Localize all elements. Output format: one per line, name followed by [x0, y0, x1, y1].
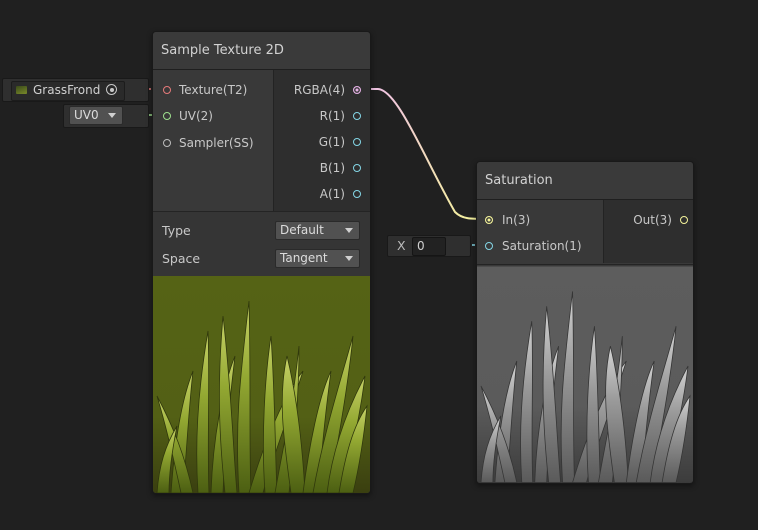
port-out[interactable]: Out(3) — [604, 211, 688, 229]
port-rgba-label: RGBA(4) — [293, 83, 345, 97]
port-b[interactable]: B(1) — [273, 159, 363, 177]
space-dropdown[interactable]: Tangent — [275, 249, 360, 268]
uv-port-icon[interactable] — [163, 112, 171, 120]
saturation-input-ports: In(3) Saturation(1) — [477, 200, 603, 263]
sample-texture-output-ports: RGBA(4) R(1) G(1) B(1) A(1) — [273, 70, 370, 211]
saturation-axis-label: X — [397, 238, 406, 253]
port-b-label: B(1) — [319, 161, 345, 175]
in-port-icon[interactable] — [485, 216, 493, 224]
texture-input-value: GrassFrond — [33, 83, 101, 97]
chevron-down-icon — [345, 228, 353, 233]
port-texture-label: Texture(T2) — [179, 83, 248, 97]
saturation-input-field[interactable]: X 0 — [387, 235, 471, 257]
port-rgba[interactable]: RGBA(4) — [273, 81, 363, 99]
grass-color-preview — [153, 276, 370, 493]
port-a[interactable]: A(1) — [273, 185, 363, 203]
object-picker-icon-dot — [109, 87, 114, 92]
a-port-icon[interactable] — [353, 190, 361, 198]
object-picker-icon[interactable] — [106, 84, 117, 95]
out-port-icon[interactable] — [680, 216, 688, 224]
port-g[interactable]: G(1) — [273, 133, 363, 151]
sample-texture-2d-node[interactable]: Sample Texture 2D Texture(T2) UV(2) Samp… — [152, 31, 371, 494]
texture-port-icon[interactable] — [163, 86, 171, 94]
sampler-port-icon[interactable] — [163, 139, 171, 147]
uv-input-field[interactable]: UV0 — [63, 104, 149, 128]
uv-dropdown-value: UV0 — [74, 108, 99, 122]
texture-input-field[interactable]: GrassFrond — [2, 78, 149, 102]
chevron-down-icon — [345, 256, 353, 261]
rgba-port-icon[interactable] — [353, 86, 361, 94]
uv-dropdown[interactable]: UV0 — [69, 106, 123, 125]
port-r-label: R(1) — [319, 109, 345, 123]
port-g-label: G(1) — [318, 135, 345, 149]
port-r[interactable]: R(1) — [273, 107, 363, 125]
port-saturation-label: Saturation(1) — [502, 239, 582, 253]
saturation-node-title[interactable]: Saturation — [477, 162, 693, 200]
sample-texture-input-ports: Texture(T2) UV(2) Sampler(SS) — [153, 70, 273, 211]
port-in-label: In(3) — [502, 213, 531, 227]
saturation-node[interactable]: Saturation In(3) Saturation(1) Out(3) — [476, 161, 694, 484]
saturation-preview — [477, 264, 693, 483]
space-label: Space — [162, 251, 201, 266]
r-port-icon[interactable] — [353, 112, 361, 120]
g-port-icon[interactable] — [353, 138, 361, 146]
rgba-to-in-wire[interactable] — [356, 88, 489, 220]
port-sampler-label: Sampler(SS) — [179, 136, 254, 150]
saturation-port-icon[interactable] — [485, 242, 493, 250]
b-port-icon[interactable] — [353, 164, 361, 172]
port-uv-label: UV(2) — [179, 109, 213, 123]
type-label: Type — [162, 223, 191, 238]
saturation-value-box[interactable]: 0 — [412, 237, 446, 256]
sample-texture-node-title[interactable]: Sample Texture 2D — [153, 32, 370, 70]
saturation-output-ports: Out(3) — [603, 200, 693, 263]
texture-preview — [153, 276, 370, 493]
chevron-down-icon — [108, 113, 116, 118]
port-a-label: A(1) — [319, 187, 345, 201]
type-dropdown[interactable]: Default — [275, 221, 360, 240]
port-out-label: Out(3) — [633, 213, 672, 227]
space-dropdown-value: Tangent — [280, 251, 328, 265]
grass-thumbnail-icon — [16, 86, 27, 94]
type-dropdown-value: Default — [280, 223, 324, 237]
sample-texture-properties: Type Default Space Tangent — [153, 211, 370, 277]
grass-grayscale-preview — [477, 266, 693, 483]
saturation-value[interactable]: 0 — [417, 239, 425, 253]
